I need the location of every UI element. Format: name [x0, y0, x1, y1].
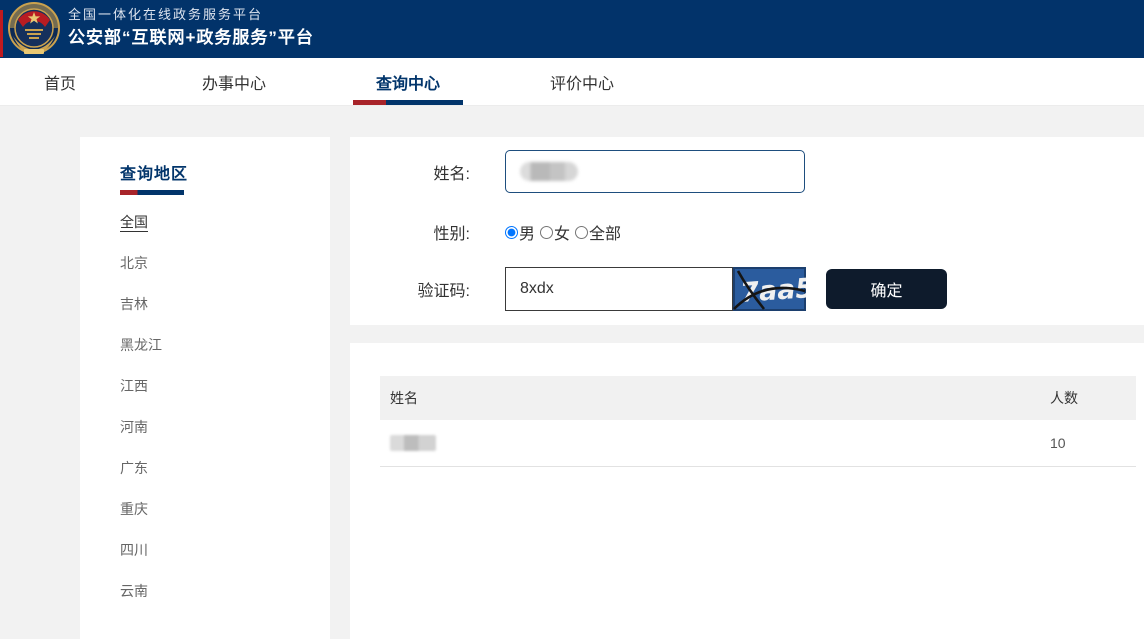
gender-radio-all[interactable]: [575, 226, 588, 239]
gender-radio-female[interactable]: [540, 226, 553, 239]
sidebar-title-underline: [120, 190, 184, 195]
platform-title: 公安部“互联网+政务服务”平台: [68, 26, 314, 50]
region-item-quanguo[interactable]: 全国: [120, 215, 330, 230]
column-header-name: 姓名: [380, 376, 1040, 420]
captcha-label: 验证码:: [350, 277, 470, 301]
name-input[interactable]: [505, 150, 805, 193]
region-item-henan[interactable]: 河南: [120, 420, 330, 435]
region-sidebar: 查询地区 全国 北京 吉林 黑龙江 江西 河南 广东 重庆 四川 云南: [80, 137, 330, 639]
region-item-chongqing[interactable]: 重庆: [120, 502, 330, 517]
nav-tab-service-center[interactable]: 办事中心: [202, 58, 266, 105]
region-list: 全国 北京 吉林 黑龙江 江西 河南 广东 重庆 四川 云南: [120, 215, 330, 599]
platform-subtitle: 全国一体化在线政务服务平台: [68, 6, 314, 24]
query-form-panel: 姓名: 性别: 男 女: [350, 137, 1144, 325]
redacted-result-name-blur: [390, 435, 436, 451]
police-emblem-logo: [7, 2, 61, 56]
gender-option-all-label: 全部: [589, 220, 621, 244]
active-tab-underline: [353, 100, 463, 105]
gender-option-female-label: 女: [554, 220, 570, 244]
cell-count: 10: [1040, 420, 1136, 466]
nav-tab-home[interactable]: 首页: [44, 58, 76, 105]
gender-option-female[interactable]: 女: [540, 220, 570, 244]
region-item-jilin[interactable]: 吉林: [120, 297, 330, 312]
region-item-heilongjiang[interactable]: 黑龙江: [120, 338, 330, 353]
nav-tab-evaluation-center[interactable]: 评价中心: [550, 58, 614, 105]
nav-tab-query-center-label: 查询中心: [376, 70, 440, 94]
app-header: 全国一体化在线政务服务平台 公安部“互联网+政务服务”平台: [0, 0, 1144, 58]
table-header-row: 姓名 人数: [380, 376, 1136, 420]
primary-nav: 首页 办事中心 查询中心 评价中心: [0, 58, 1144, 106]
content-area: 查询地区 全国 北京 吉林 黑龙江 江西 河南 广东 重庆 四川 云南 姓名:: [0, 106, 1144, 639]
results-table: 姓名 人数 10: [380, 376, 1136, 467]
cell-name: [380, 420, 1040, 466]
main-column: 姓名: 性别: 男 女: [350, 137, 1144, 639]
region-item-beijing[interactable]: 北京: [120, 256, 330, 271]
gender-radio-group: 男 女 全部: [505, 220, 626, 244]
captcha-input[interactable]: [505, 267, 733, 311]
results-panel: 姓名 人数 10: [350, 343, 1144, 639]
region-item-guangdong[interactable]: 广东: [120, 461, 330, 476]
column-header-count: 人数: [1040, 376, 1136, 420]
table-row: 10: [380, 420, 1136, 466]
header-red-edge: [0, 10, 3, 57]
region-item-sichuan[interactable]: 四川: [120, 543, 330, 558]
gender-option-male-label: 男: [519, 220, 535, 244]
name-label: 姓名:: [350, 160, 470, 184]
gender-radio-male[interactable]: [505, 226, 518, 239]
submit-button[interactable]: 确定: [826, 269, 947, 309]
gender-option-all[interactable]: 全部: [575, 220, 621, 244]
region-item-jiangxi[interactable]: 江西: [120, 379, 330, 394]
nav-tab-query-center[interactable]: 查询中心: [376, 58, 440, 105]
gender-option-male[interactable]: 男: [505, 220, 535, 244]
gender-label: 性别:: [350, 220, 470, 244]
captcha-image[interactable]: 7aa5: [733, 267, 806, 311]
region-item-yunnan[interactable]: 云南: [120, 584, 330, 599]
sidebar-title: 查询地区: [120, 160, 330, 184]
